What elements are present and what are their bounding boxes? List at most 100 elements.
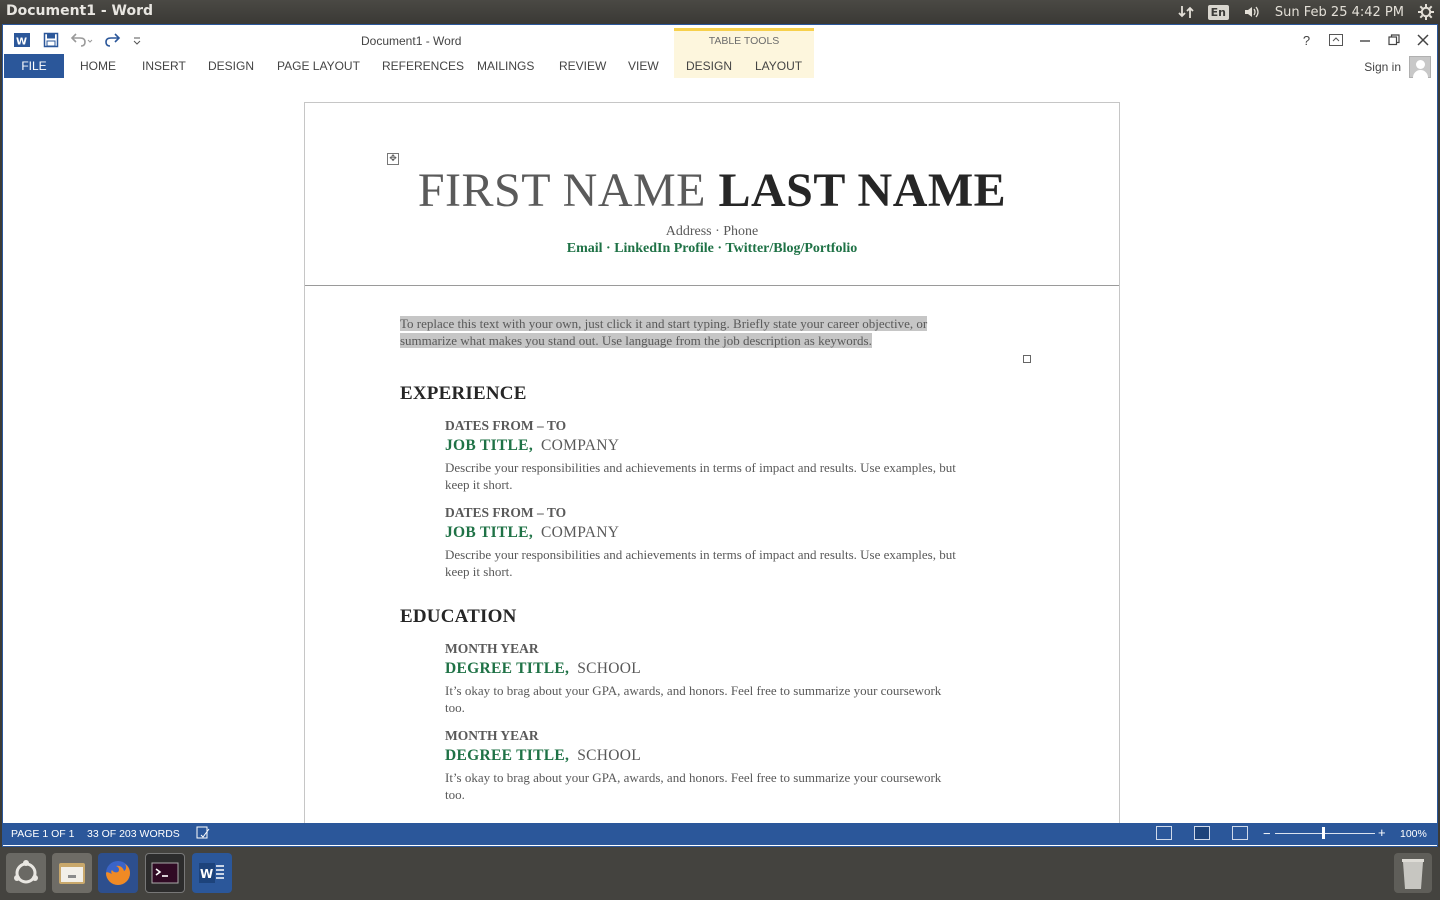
first-name[interactable]: FIRST NAME bbox=[418, 164, 706, 217]
description-line[interactable]: It’s okay to brag about your GPA, awards… bbox=[445, 770, 941, 785]
firefox-icon[interactable] bbox=[98, 853, 138, 893]
experience-heading[interactable]: EXPERIENCE bbox=[400, 383, 527, 405]
tab-review[interactable]: REVIEW bbox=[559, 54, 606, 78]
entry-dates[interactable]: DATES FROM – TO bbox=[445, 418, 1025, 437]
document-title: Document1 - Word bbox=[361, 34, 462, 48]
entry-org[interactable]: SCHOOL bbox=[577, 660, 641, 677]
active-window-title: Document1 - Word bbox=[6, 3, 154, 19]
word-count[interactable]: 33 OF 203 WORDS bbox=[87, 828, 180, 840]
table-resize-handle[interactable] bbox=[1023, 355, 1031, 363]
zoom-out-button[interactable]: − bbox=[1263, 826, 1271, 841]
ubuntu-dash-icon[interactable] bbox=[6, 853, 46, 893]
tab-page-layout[interactable]: PAGE LAYOUT bbox=[277, 54, 360, 78]
title-bar: W Document1 - Word TABLE TOOLS ? bbox=[3, 25, 1437, 78]
help-button[interactable]: ? bbox=[1292, 27, 1321, 53]
entry-role[interactable]: DEGREE TITLE, SCHOOL bbox=[445, 747, 1025, 768]
keyboard-layout-indicator[interactable]: En bbox=[1207, 4, 1229, 20]
minimize-button[interactable] bbox=[1350, 27, 1379, 53]
word-app-icon[interactable]: W bbox=[11, 29, 33, 51]
tab-mailings[interactable]: MAILINGS bbox=[477, 54, 534, 78]
header-divider bbox=[305, 285, 1119, 286]
education-entry[interactable]: MONTH YEAR DEGREE TITLE, SCHOOL It’s okay… bbox=[445, 641, 1025, 716]
education-entry[interactable]: MONTH YEAR DEGREE TITLE, SCHOOL It’s okay… bbox=[445, 728, 1025, 803]
user-avatar-icon[interactable] bbox=[1409, 56, 1431, 78]
entry-dates[interactable]: DATES FROM – TO bbox=[445, 505, 1025, 524]
experience-entry[interactable]: DATES FROM – TO JOB TITLE, COMPANY Descri… bbox=[445, 418, 1025, 493]
entry-title[interactable]: JOB TITLE, bbox=[445, 524, 533, 541]
entry-role[interactable]: JOB TITLE, COMPANY bbox=[445, 437, 1025, 458]
resume-name[interactable]: FIRST NAME LAST NAME bbox=[305, 163, 1119, 218]
terminal-icon[interactable] bbox=[145, 853, 185, 893]
restore-button[interactable] bbox=[1379, 27, 1408, 53]
document-page[interactable]: ✥ FIRST NAME LAST NAME Address · Phone E… bbox=[304, 102, 1120, 823]
entry-description[interactable]: Describe your responsibilities and achie… bbox=[445, 459, 1025, 493]
entry-description[interactable]: Describe your responsibilities and achie… bbox=[445, 546, 1025, 580]
last-name[interactable]: LAST NAME bbox=[719, 164, 1007, 217]
entry-role[interactable]: JOB TITLE, COMPANY bbox=[445, 524, 1025, 545]
status-bar: PAGE 1 OF 1 33 OF 203 WORDS − + 100% bbox=[3, 823, 1437, 845]
zoom-slider[interactable] bbox=[1275, 833, 1375, 834]
word-window: W Document1 - Word TABLE TOOLS ? FILE HO… bbox=[2, 24, 1438, 847]
page-count[interactable]: PAGE 1 OF 1 bbox=[11, 828, 74, 840]
files-icon[interactable] bbox=[52, 853, 92, 893]
description-line[interactable]: keep it short. bbox=[445, 564, 513, 579]
tab-home[interactable]: HOME bbox=[80, 54, 116, 78]
web-layout-view-icon[interactable] bbox=[1232, 826, 1248, 840]
customize-qat-icon[interactable] bbox=[131, 29, 143, 51]
tab-table-layout[interactable]: LAYOUT bbox=[755, 54, 802, 78]
tab-table-design[interactable]: DESIGN bbox=[686, 54, 732, 78]
zoom-in-button[interactable]: + bbox=[1378, 825, 1386, 840]
description-line[interactable]: Describe your responsibilities and achie… bbox=[445, 460, 956, 475]
description-line[interactable]: too. bbox=[445, 700, 465, 715]
zoom-level[interactable]: 100% bbox=[1400, 828, 1427, 840]
save-icon[interactable] bbox=[40, 29, 62, 51]
education-heading[interactable]: EDUCATION bbox=[400, 606, 517, 628]
contact-links[interactable]: Email · LinkedIn Profile · Twitter/Blog/… bbox=[305, 241, 1119, 257]
entry-role[interactable]: DEGREE TITLE, SCHOOL bbox=[445, 660, 1025, 681]
word-icon[interactable]: W bbox=[192, 853, 232, 893]
redo-icon[interactable] bbox=[102, 29, 124, 51]
zoom-slider-thumb[interactable] bbox=[1322, 827, 1325, 839]
document-canvas[interactable]: ✥ FIRST NAME LAST NAME Address · Phone E… bbox=[3, 78, 1437, 823]
tab-view[interactable]: VIEW bbox=[628, 54, 659, 78]
svg-text:W: W bbox=[200, 867, 213, 881]
tab-references[interactable]: REFERENCES bbox=[382, 54, 464, 78]
entry-org[interactable]: SCHOOL bbox=[577, 747, 641, 764]
proofing-icon[interactable] bbox=[196, 826, 211, 843]
trash-icon[interactable] bbox=[1394, 853, 1432, 893]
entry-title[interactable]: DEGREE TITLE, bbox=[445, 660, 569, 677]
description-line[interactable]: too. bbox=[445, 787, 465, 802]
session-gear-icon[interactable] bbox=[1418, 4, 1434, 20]
network-icon[interactable] bbox=[1177, 4, 1194, 20]
entry-description[interactable]: It’s okay to brag about your GPA, awards… bbox=[445, 682, 1025, 716]
volume-icon[interactable] bbox=[1243, 4, 1261, 20]
read-mode-view-icon[interactable] bbox=[1156, 826, 1172, 840]
objective-line[interactable]: To replace this text with your own, just… bbox=[400, 316, 928, 331]
address-phone[interactable]: Address · Phone bbox=[305, 224, 1119, 240]
sign-in-link[interactable]: Sign in bbox=[1364, 60, 1401, 74]
ribbon-tabs: FILE HOME INSERT DESIGN PAGE LAYOUT REFE… bbox=[3, 54, 1437, 78]
entry-org[interactable]: COMPANY bbox=[541, 524, 619, 541]
tab-design[interactable]: DESIGN bbox=[208, 54, 254, 78]
clock[interactable]: Sun Feb 25 4:42 PM bbox=[1275, 5, 1404, 20]
entry-dates[interactable]: MONTH YEAR bbox=[445, 728, 1025, 747]
quick-access-toolbar: W bbox=[11, 29, 150, 51]
objective-paragraph[interactable]: To replace this text with your own, just… bbox=[400, 315, 1000, 349]
ribbon-display-options-button[interactable] bbox=[1321, 27, 1350, 53]
close-button[interactable] bbox=[1408, 27, 1437, 53]
entry-title[interactable]: JOB TITLE, bbox=[445, 437, 533, 454]
description-line[interactable]: keep it short. bbox=[445, 477, 513, 492]
entry-description[interactable]: It’s okay to brag about your GPA, awards… bbox=[445, 769, 1025, 803]
experience-entry[interactable]: DATES FROM – TO JOB TITLE, COMPANY Descri… bbox=[445, 505, 1025, 580]
system-tray: En Sun Feb 25 4:42 PM bbox=[1177, 0, 1440, 24]
tab-file[interactable]: FILE bbox=[4, 54, 64, 78]
entry-title[interactable]: DEGREE TITLE, bbox=[445, 747, 569, 764]
entry-org[interactable]: COMPANY bbox=[541, 437, 619, 454]
entry-dates[interactable]: MONTH YEAR bbox=[445, 641, 1025, 660]
tab-insert[interactable]: INSERT bbox=[142, 54, 186, 78]
description-line[interactable]: Describe your responsibilities and achie… bbox=[445, 547, 956, 562]
description-line[interactable]: It’s okay to brag about your GPA, awards… bbox=[445, 683, 941, 698]
objective-line[interactable]: summarize what makes you stand out. Use … bbox=[400, 333, 872, 348]
undo-icon[interactable] bbox=[69, 29, 95, 51]
print-layout-view-icon[interactable] bbox=[1194, 826, 1210, 840]
